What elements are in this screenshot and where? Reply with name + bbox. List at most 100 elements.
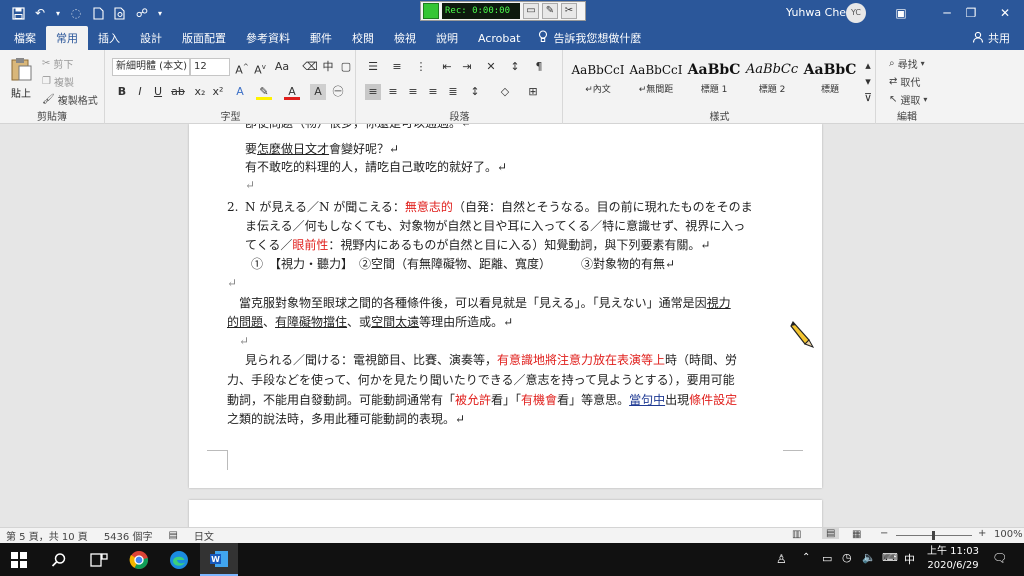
next-page[interactable]: [189, 500, 822, 527]
save-icon[interactable]: [10, 5, 26, 21]
touch-mode-icon[interactable]: ☍: [134, 5, 150, 21]
shading-icon[interactable]: ◇: [497, 84, 513, 100]
new-document-icon[interactable]: [90, 5, 106, 21]
undo-icon[interactable]: ↶: [32, 5, 48, 21]
font-size-dropdown[interactable]: 12: [190, 58, 230, 76]
style-title[interactable]: AaBbC 標題: [802, 58, 858, 102]
word-app-icon[interactable]: W: [200, 543, 238, 576]
styles-more-icon[interactable]: ⊽: [860, 90, 876, 106]
tab-home[interactable]: 常用: [46, 26, 88, 50]
print-layout-icon[interactable]: ▤: [822, 528, 840, 539]
change-case-button[interactable]: Aa: [271, 59, 293, 75]
cut-button[interactable]: ✂ 剪下: [42, 56, 73, 71]
styles-scroll-up-icon[interactable]: ▴: [860, 58, 876, 74]
close-button[interactable]: ✕: [982, 0, 1024, 26]
zoom-slider-thumb[interactable]: [932, 531, 935, 540]
borders-icon[interactable]: ⊞: [525, 84, 541, 100]
numbering-icon[interactable]: ≡: [389, 59, 405, 75]
clock[interactable]: 上午 11:03 2020/6/29: [924, 545, 982, 573]
battery-icon[interactable]: ▭: [822, 552, 832, 565]
bullets-icon[interactable]: ☰: [365, 59, 381, 75]
document-area[interactable]: 卽使問題（物）很多，你還是可以通過。↵ 要怎麼做日文才會變好呢？↵ 有不敢吃的料…: [0, 124, 1024, 527]
find-button[interactable]: ⌕ 尋找 ▾: [889, 56, 925, 71]
chrome-icon[interactable]: [120, 543, 158, 576]
chinese-layout-icon[interactable]: ✕: [483, 59, 499, 75]
multilevel-list-icon[interactable]: ⋮: [413, 59, 429, 75]
shrink-font-icon[interactable]: Av: [252, 59, 268, 77]
line-spacing-icon[interactable]: ↕: [467, 84, 483, 100]
align-left-icon[interactable]: ≡: [365, 84, 381, 100]
distributed-icon[interactable]: ≣: [445, 84, 461, 100]
ime-icon[interactable]: 中: [904, 551, 915, 567]
enclose-characters-icon[interactable]: ㊀: [330, 84, 346, 100]
recorder-cut-icon[interactable]: ✂: [561, 3, 577, 19]
print-preview-icon[interactable]: [112, 5, 128, 21]
text-effects-icon[interactable]: A: [232, 84, 248, 100]
document-page[interactable]: 卽使問題（物）很多，你還是可以通過。↵ 要怎麼做日文才會變好呢？↵ 有不敢吃的料…: [189, 124, 822, 488]
highlight-icon[interactable]: ✎: [256, 84, 272, 100]
decrease-indent-icon[interactable]: ⇤: [439, 59, 455, 75]
tab-review[interactable]: 校閱: [342, 26, 384, 50]
character-shading-icon[interactable]: A: [310, 84, 326, 100]
people-icon[interactable]: ♙: [776, 552, 787, 566]
web-layout-icon[interactable]: ▦: [852, 529, 861, 540]
phonetic-guide-icon[interactable]: 中: [320, 59, 336, 75]
record-status-icon[interactable]: [423, 3, 439, 19]
ribbon-display-options-icon[interactable]: ▣: [878, 0, 924, 26]
tab-references[interactable]: 參考資料: [236, 26, 300, 50]
keyboard-layout-icon[interactable]: ⌨: [882, 551, 898, 564]
superscript-icon[interactable]: x²: [210, 84, 226, 100]
read-mode-icon[interactable]: ▥: [792, 529, 801, 540]
select-button[interactable]: ↖ 選取 ▾: [889, 92, 927, 107]
clear-formatting-icon[interactable]: ⌫: [302, 59, 318, 75]
zoom-in-icon[interactable]: +: [978, 528, 986, 539]
language[interactable]: 日文: [194, 528, 214, 543]
notification-icon[interactable]: 🗨: [992, 551, 1007, 565]
avatar[interactable]: YC: [846, 3, 866, 23]
tell-me-box[interactable]: 告訴我您想做什麼: [530, 26, 649, 50]
tab-file[interactable]: 檔案: [4, 26, 46, 50]
underline-icon[interactable]: U: [150, 84, 166, 100]
undo-dropdown-icon[interactable]: ▾: [54, 5, 62, 21]
task-view-icon[interactable]: [80, 543, 118, 576]
word-count[interactable]: 5436 個字: [104, 528, 153, 543]
bold-icon[interactable]: B: [114, 84, 130, 100]
windows-start-icon[interactable]: [0, 543, 38, 576]
customize-qat-icon[interactable]: ▾: [156, 5, 164, 21]
italic-icon[interactable]: I: [132, 84, 148, 100]
paste-button[interactable]: 貼上: [6, 56, 36, 100]
tab-mailings[interactable]: 郵件: [300, 26, 342, 50]
tab-layout[interactable]: 版面配置: [172, 26, 236, 50]
replace-button[interactable]: ⇄ 取代: [889, 74, 920, 89]
copy-button[interactable]: ❐ 複製: [42, 74, 74, 89]
sort-icon[interactable]: ↕: [507, 59, 523, 75]
tab-view[interactable]: 檢視: [384, 26, 426, 50]
tray-chevron-icon[interactable]: ⌃: [802, 552, 810, 563]
style-heading-1[interactable]: AaBbC 標題 1: [686, 58, 742, 102]
align-right-icon[interactable]: ≡: [405, 84, 421, 100]
share-button[interactable]: 共用: [972, 26, 1010, 50]
style-normal[interactable]: AaBbCcI ↵內文: [570, 58, 626, 102]
align-center-icon[interactable]: ≡: [385, 84, 401, 100]
tab-help[interactable]: 說明: [426, 26, 468, 50]
zoom-out-icon[interactable]: −: [880, 528, 888, 539]
font-color-icon[interactable]: A: [284, 84, 300, 100]
strikethrough-icon[interactable]: ab: [170, 84, 186, 100]
recorder-folder-icon[interactable]: ▭: [523, 3, 539, 19]
redo-icon[interactable]: ◌: [68, 5, 84, 21]
format-painter-button[interactable]: 🖌 複製格式: [42, 92, 98, 107]
tab-insert[interactable]: 插入: [88, 26, 130, 50]
show-marks-icon[interactable]: ¶: [531, 59, 547, 75]
font-name-dropdown[interactable]: 新細明體 (本文): [112, 58, 190, 76]
proofing-icon[interactable]: ▤: [168, 530, 177, 541]
style-heading-2[interactable]: AaBbCc 標題 2: [744, 58, 800, 102]
grow-font-icon[interactable]: A^: [234, 59, 250, 77]
zoom-level[interactable]: 100%: [994, 529, 1023, 540]
recorder-edit-icon[interactable]: ✎: [542, 3, 558, 19]
edge-icon[interactable]: [160, 543, 198, 576]
tab-design[interactable]: 設計: [130, 26, 172, 50]
justify-icon[interactable]: ≡: [425, 84, 441, 100]
increase-indent-icon[interactable]: ⇥: [459, 59, 475, 75]
search-icon[interactable]: [40, 543, 78, 576]
page-count[interactable]: 第 5 頁，共 10 頁: [6, 528, 88, 543]
